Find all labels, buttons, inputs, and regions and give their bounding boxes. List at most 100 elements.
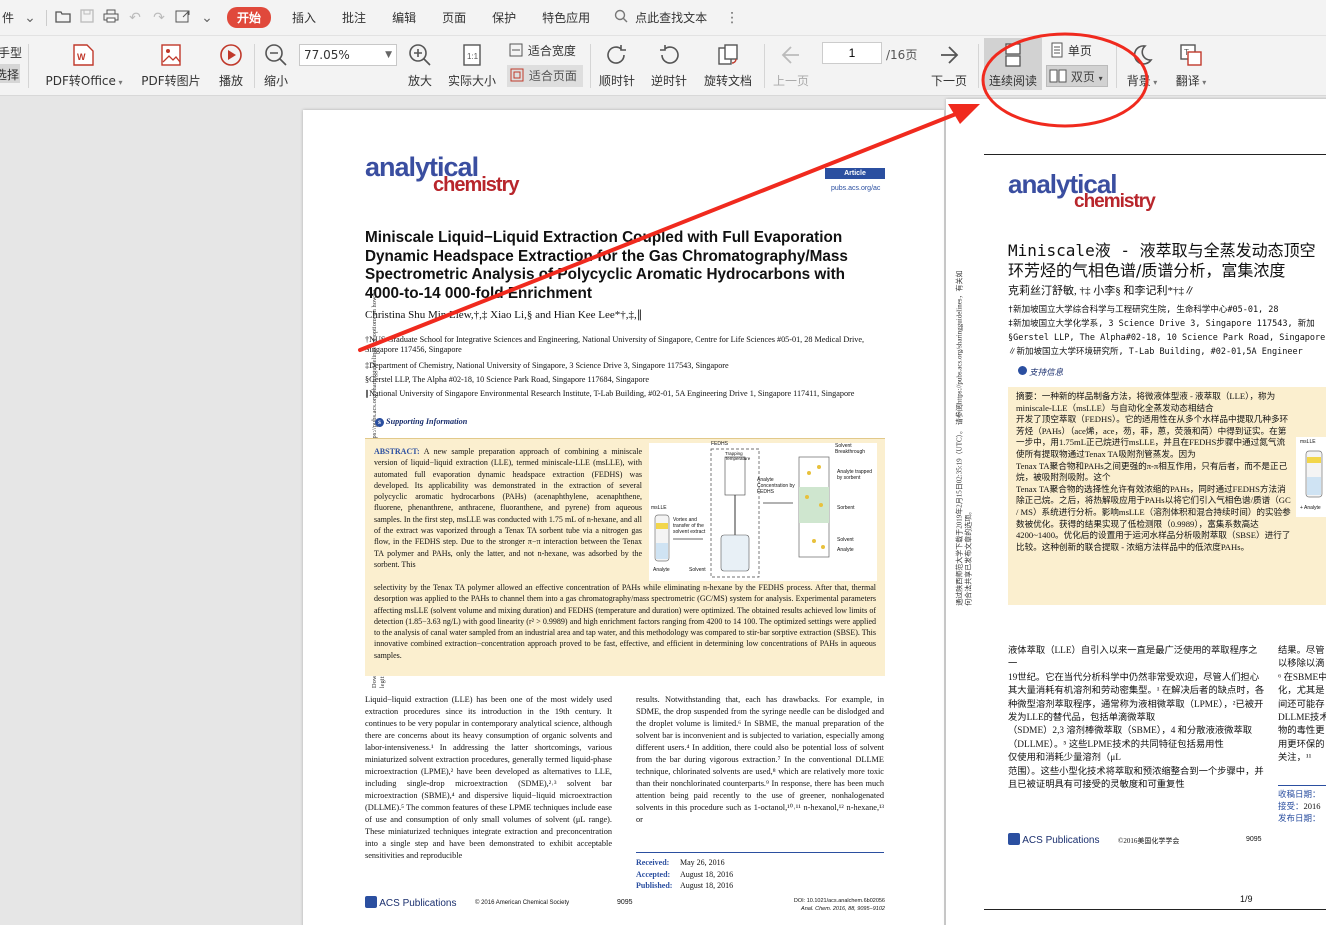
arrow-right-icon	[941, 46, 959, 64]
actual-size-label: 实际大小	[447, 74, 496, 88]
fit-width-label: 适合宽度	[527, 44, 576, 58]
abstract-box: ABSTRACT: A new sample preparation appro…	[365, 438, 885, 676]
rotate-doc-button[interactable]: 旋转文档	[700, 40, 756, 89]
prev-page-button[interactable]: 上一页	[770, 40, 812, 89]
affiliation-2: ‡Department of Chemistry, National Unive…	[365, 361, 729, 370]
dates-cn: 收稿日期： 接受：2016 发布日期：	[1278, 785, 1326, 824]
menu-home[interactable]: 开始	[227, 7, 272, 28]
rotate-ccw-button[interactable]: 逆时针	[648, 40, 690, 89]
menu-bar: 件 ⌄ ↶ ↷ ⌄ 开始 插入 批注 编辑 页面 保护 特色应用 点此查找文本 …	[0, 0, 1326, 36]
play-icon	[220, 44, 242, 66]
play-label: 播放	[218, 74, 243, 88]
page-bottom-rule	[984, 909, 1326, 910]
menu-edit[interactable]: 编辑	[379, 9, 429, 26]
article-title: Miniscale Liquid−Liquid Extraction Coupl…	[365, 229, 848, 302]
received-date: May 26, 2016	[680, 858, 725, 867]
article-badge: Article	[825, 168, 885, 179]
search-text-button[interactable]: 点此查找文本	[633, 9, 720, 26]
undo-icon[interactable]: ↶	[123, 10, 147, 26]
redo-icon[interactable]: ↷	[147, 10, 171, 26]
double-page-button[interactable]: 双页 ▾	[1046, 65, 1108, 87]
chevron-down-icon[interactable]: ⌄	[18, 10, 42, 26]
fig-label-analyte-cn: + Analyte	[1300, 505, 1321, 511]
chevron-down-icon[interactable]: ⌄	[195, 10, 219, 26]
received-dates: Received: May 26, 2016 Accepted: August 18…	[636, 852, 884, 892]
affiliation-3: §Gerstel LLP, The Alpha #02-18, 10 Scien…	[365, 375, 650, 384]
info-icon	[1018, 366, 1027, 375]
divider	[28, 44, 29, 88]
export-icon[interactable]	[171, 9, 195, 27]
logo-bottom-text-cn: chemistry	[1074, 191, 1156, 212]
accepted-date: August 18, 2016	[680, 869, 734, 879]
arrow-left-icon	[781, 46, 799, 64]
footer-page-number-cn: 9095	[1246, 836, 1262, 843]
single-page-icon	[1051, 42, 1063, 58]
pdf-to-office-button[interactable]: W PDF转Office ▾	[44, 40, 124, 89]
received-label: Received:	[636, 858, 670, 867]
supporting-info-link-cn[interactable]: 支持信息	[1018, 366, 1063, 378]
divider	[1116, 44, 1117, 88]
fig-label-sorbent: Sorbent	[837, 505, 855, 511]
zoom-in-icon	[409, 44, 431, 66]
menu-features[interactable]: 特色应用	[529, 9, 603, 26]
fit-width-icon	[509, 43, 523, 57]
more-icon[interactable]: ⋮	[720, 10, 744, 26]
translate-button[interactable]: T 翻译 ▾	[1170, 40, 1212, 89]
fig-label-mslle: msLLE	[651, 505, 667, 511]
play-button[interactable]: 播放	[214, 40, 248, 89]
acs-icon	[1008, 833, 1020, 845]
print-icon[interactable]	[99, 9, 123, 27]
menu-file[interactable]: 件	[0, 9, 18, 26]
rotate-cw-icon	[607, 45, 626, 64]
received-label-cn: 收稿日期：	[1278, 789, 1321, 799]
menu-insert[interactable]: 插入	[279, 9, 329, 26]
abstract-part2: selectivity by the Tenax TA polymer allo…	[374, 583, 876, 660]
zoom-out-button[interactable]: 缩小	[260, 40, 292, 89]
continuous-read-icon	[1005, 43, 1021, 67]
pdf-to-image-button[interactable]: PDF转图片	[136, 40, 206, 89]
search-icon[interactable]	[609, 9, 633, 27]
open-folder-icon[interactable]	[51, 9, 75, 27]
select-tool-button[interactable]: 选择	[0, 64, 20, 83]
prev-page-label: 上一页	[772, 74, 809, 88]
accepted-label: Accepted:	[636, 869, 671, 879]
title-cn-line1: Miniscale液 - 液萃取与全蒸发动态顶空	[1008, 241, 1316, 260]
affiliation-1: †NUS Graduate School for Integrative Sci…	[365, 335, 865, 355]
zoom-in-button[interactable]: 放大	[404, 40, 436, 89]
zoom-select[interactable]: 77.05% ▼	[299, 44, 397, 66]
fit-page-button[interactable]: 适合页面	[507, 65, 583, 87]
menu-page[interactable]: 页面	[429, 9, 479, 26]
document-view[interactable]: Downloaded via SHAANXI NORMAL UNIV on Fe…	[0, 97, 1326, 925]
menu-protect[interactable]: 保护	[479, 9, 529, 26]
rotate-doc-label: 旋转文档	[703, 74, 752, 88]
rotate-cw-button[interactable]: 顺时针	[596, 40, 638, 89]
acs-label: ACS Publications	[379, 898, 457, 909]
rotate-ccw-icon	[660, 45, 679, 64]
hand-tool-button[interactable]: 手型	[0, 42, 22, 61]
divider	[46, 9, 48, 26]
single-page-button[interactable]: 单页	[1050, 40, 1110, 62]
background-button[interactable]: 背景 ▾	[1122, 40, 1162, 89]
fig-label-solvent-breakthrough: Solvent Breakthrough	[835, 443, 866, 455]
next-page-button[interactable]: 下一页	[928, 40, 970, 89]
continuous-read-button[interactable]: 连续阅读	[984, 38, 1042, 90]
fig-label-trap-temp: Trapping Temperature	[725, 451, 751, 461]
fit-width-button[interactable]: 适合宽度	[508, 40, 584, 62]
rotate-cw-label: 顺时针	[598, 74, 635, 88]
fig-label-analyte-conc: Analyte Concentration by FEDHS	[757, 477, 795, 495]
toc-figure: FEDHS Trapping Temperature Solvent Break…	[649, 441, 877, 581]
save-icon[interactable]	[75, 8, 99, 27]
double-page-label: 双页	[1070, 70, 1095, 84]
single-page-label: 单页	[1067, 44, 1092, 58]
zoom-out-label: 缩小	[263, 74, 288, 88]
actual-size-button[interactable]: 1:1 实际大小	[444, 40, 500, 89]
menu-annotate[interactable]: 批注	[329, 9, 379, 26]
page-number-input[interactable]	[822, 42, 882, 64]
fig-label-vortex: Vortex and transfer of the solvent extra…	[673, 517, 706, 535]
footer-journal: Anal. Chem. 2016, 88, 9095−9102	[801, 906, 885, 912]
supporting-info-link[interactable]: s Supporting Information	[375, 417, 467, 427]
vial-icon	[1305, 450, 1323, 498]
zoom-in-label: 放大	[407, 74, 432, 88]
fig-label-solvent-2: Solvent	[689, 567, 706, 573]
fit-page-icon	[510, 68, 524, 82]
